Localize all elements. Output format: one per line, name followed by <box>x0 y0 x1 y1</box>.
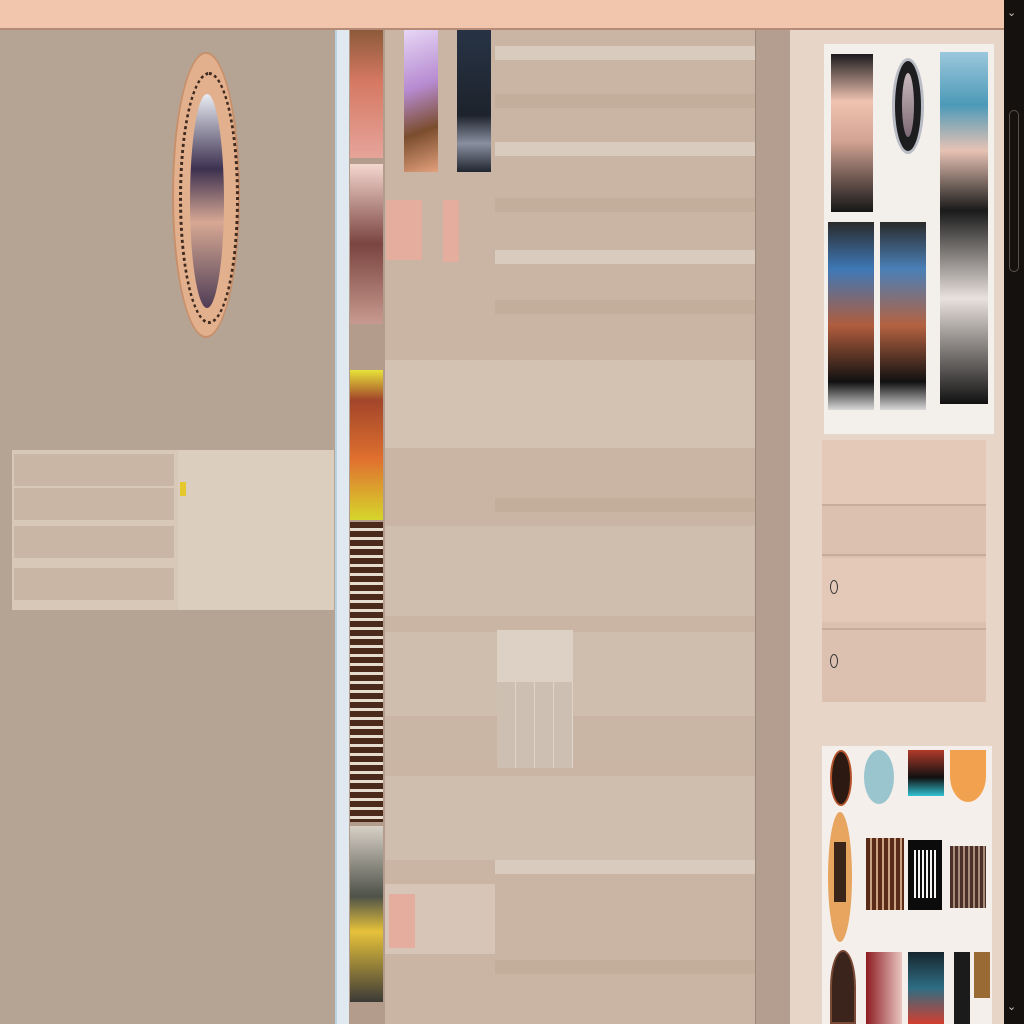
tag-chip[interactable] <box>443 200 459 262</box>
gallery-photo[interactable] <box>880 222 926 410</box>
content-stripe <box>495 250 755 264</box>
product-detail <box>914 850 936 898</box>
thumbnail[interactable] <box>350 826 383 1002</box>
gallery-photo[interactable] <box>828 222 874 410</box>
product-image[interactable] <box>864 750 894 804</box>
tag-chip[interactable] <box>386 200 422 260</box>
thumbnail[interactable] <box>350 30 383 158</box>
product-image[interactable] <box>830 950 856 1024</box>
vertical-scrollbar[interactable]: ⌄ ⌄ <box>1004 0 1024 1024</box>
media-tile[interactable] <box>457 30 491 172</box>
profile-field <box>14 488 174 520</box>
profile-card-left <box>12 450 176 610</box>
product-image[interactable] <box>950 750 986 802</box>
brand-title <box>124 30 134 54</box>
product-image[interactable] <box>954 952 970 1024</box>
product-image[interactable] <box>908 952 944 1024</box>
profile-line <box>180 482 186 496</box>
status-badge <box>180 482 186 496</box>
thumbnail-strip <box>349 30 385 1024</box>
avatar-emblem[interactable] <box>172 52 240 338</box>
menu-divider <box>822 554 986 556</box>
content-stripe <box>495 860 755 874</box>
content-stripe <box>495 94 755 108</box>
scrollbar-thumb[interactable] <box>1009 110 1019 272</box>
product-image[interactable] <box>950 846 986 908</box>
content-stripe <box>495 142 755 156</box>
table-row[interactable] <box>385 776 755 860</box>
menu-item[interactable] <box>822 490 986 554</box>
media-tile[interactable] <box>404 30 438 172</box>
product-image[interactable] <box>908 750 944 796</box>
menu-item-label <box>830 580 841 594</box>
profile-field <box>14 526 174 558</box>
product-detail <box>834 842 846 902</box>
content-stripe <box>495 498 755 512</box>
table-row[interactable] <box>385 526 755 616</box>
profile-card-right <box>178 450 334 610</box>
thumbnail[interactable] <box>350 370 383 520</box>
thumbnail[interactable] <box>350 522 383 822</box>
popup-grid[interactable] <box>497 682 573 768</box>
product-image[interactable] <box>828 812 852 942</box>
panel-separator[interactable] <box>335 30 349 1024</box>
scroll-down-icon[interactable]: ⌄ <box>1007 1000 1016 1013</box>
popup-panel[interactable] <box>497 630 573 768</box>
table-row[interactable] <box>385 360 755 448</box>
avatar <box>190 94 224 308</box>
gallery-photo[interactable] <box>831 54 873 212</box>
profile-field <box>14 454 174 486</box>
content-stripe <box>495 960 755 974</box>
tag-chip[interactable] <box>389 894 415 948</box>
profile-field <box>14 568 174 600</box>
radio-icon[interactable] <box>830 654 838 668</box>
radio-icon[interactable] <box>830 580 838 594</box>
top-bar <box>0 0 1004 30</box>
product-image[interactable] <box>908 840 942 910</box>
thumbnail[interactable] <box>350 164 383 324</box>
gallery-photo[interactable] <box>892 58 924 154</box>
menu-item[interactable] <box>822 558 986 622</box>
scroll-up-icon[interactable]: ⌄ <box>1007 6 1016 19</box>
product-image[interactable] <box>866 838 904 910</box>
content-stripe <box>495 300 755 314</box>
content-stripe <box>495 46 755 60</box>
right-gutter <box>755 30 790 1024</box>
product-image[interactable] <box>830 750 852 806</box>
portrait <box>902 73 914 137</box>
product-image[interactable] <box>866 952 902 1024</box>
options-menu <box>822 440 986 702</box>
footer-row[interactable] <box>385 884 495 954</box>
profile-card <box>12 450 334 610</box>
menu-divider <box>822 628 986 630</box>
menu-item[interactable] <box>822 632 986 696</box>
content-stripe <box>495 198 755 212</box>
product-image[interactable] <box>974 952 990 998</box>
menu-item-label <box>830 654 841 668</box>
gallery-photo[interactable] <box>940 52 988 404</box>
